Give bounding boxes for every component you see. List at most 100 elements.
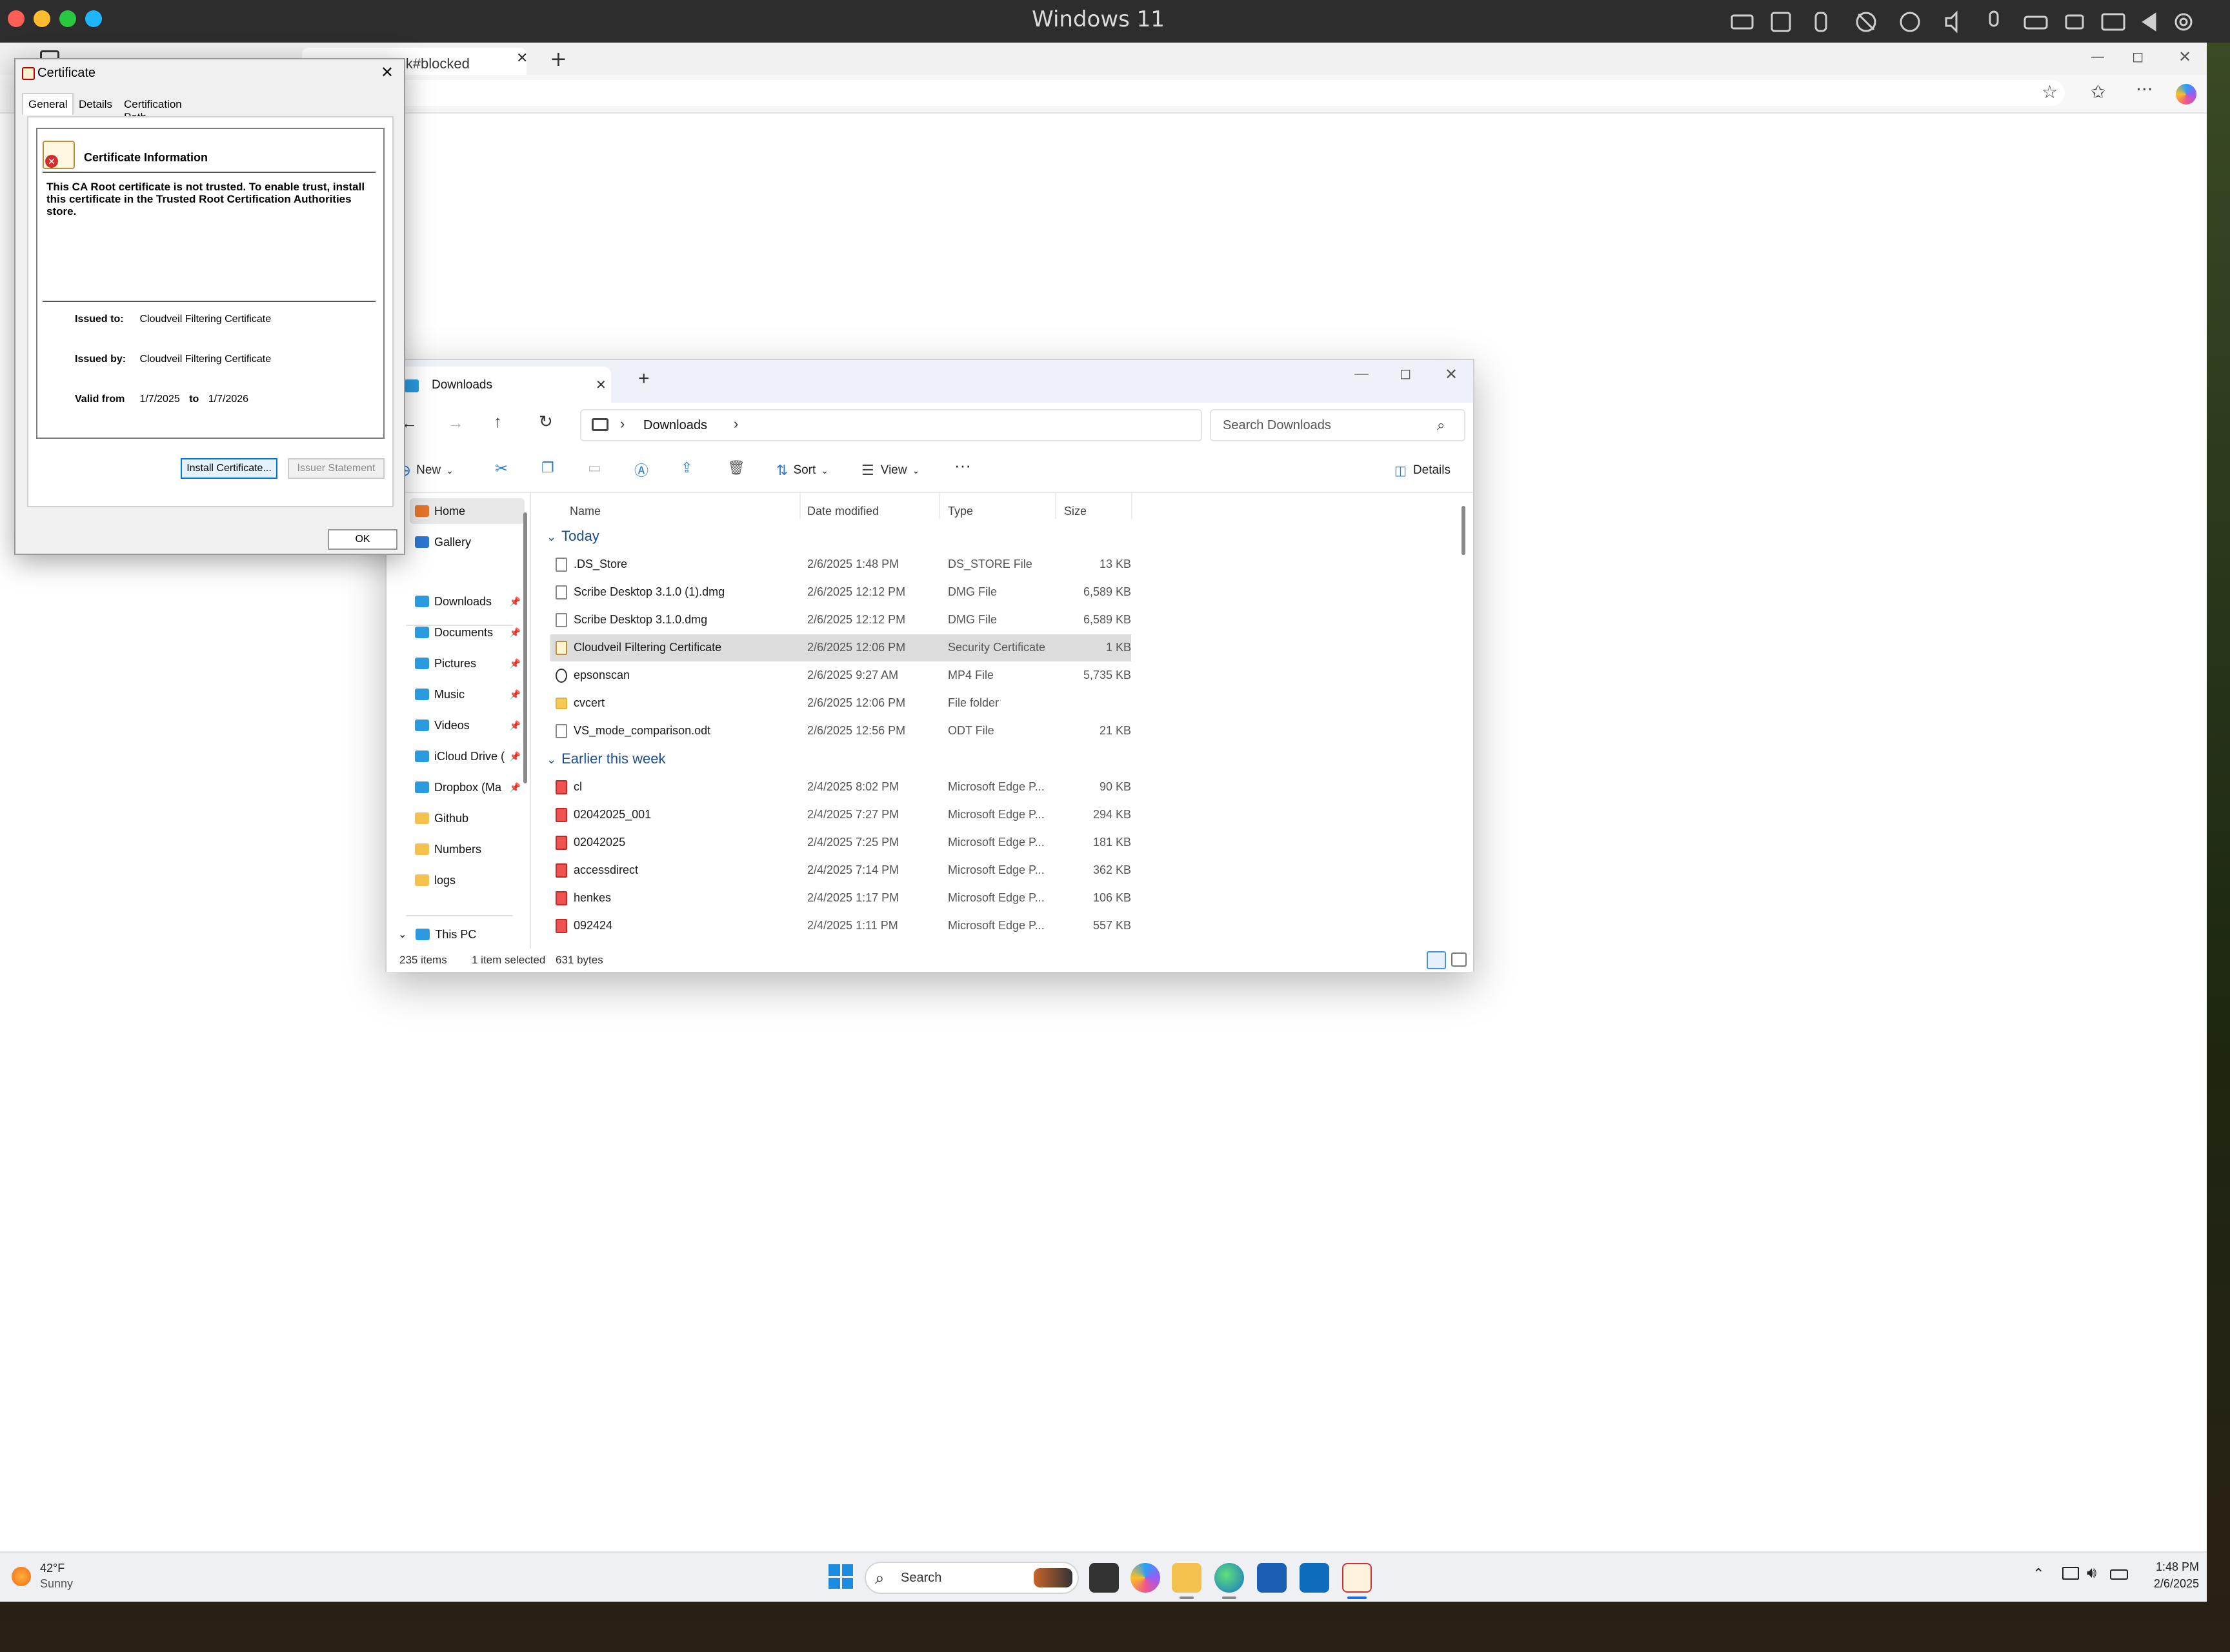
- breadcrumb-downloads[interactable]: Downloads: [643, 418, 707, 433]
- browser-close-button[interactable]: ✕: [2178, 48, 2191, 66]
- forward-arrow-icon[interactable]: →: [447, 413, 464, 433]
- weather-sun-icon[interactable]: [12, 1567, 31, 1586]
- tab-general[interactable]: General: [22, 93, 74, 115]
- column-header-date[interactable]: Date modified: [807, 505, 879, 518]
- browser-tab-close-icon[interactable]: ✕: [516, 50, 528, 66]
- explorer-tab-downloads[interactable]: Downloads ✕: [393, 367, 611, 403]
- paste-icon[interactable]: ▭: [588, 459, 601, 481]
- address-input[interactable]: [387, 80, 2065, 106]
- sidebar-item-pictures[interactable]: Pictures 📌: [410, 650, 525, 676]
- chevron-up-icon[interactable]: ⌃: [2033, 1566, 2044, 1582]
- details-view-icon[interactable]: [1427, 951, 1446, 969]
- outlook-icon[interactable]: [1300, 1563, 1329, 1593]
- copilot-icon[interactable]: [2176, 84, 2196, 105]
- sidebar-item-dropbox-ma[interactable]: Dropbox (Ma 📌: [410, 774, 525, 800]
- breadcrumb-chevron-icon[interactable]: ›: [734, 416, 738, 432]
- volume-icon[interactable]: 🔊︎: [2087, 1564, 2096, 1582]
- sort-button[interactable]: ⇅ Sort ⌄: [776, 459, 829, 481]
- weather-description[interactable]: Sunny: [40, 1577, 73, 1591]
- file-row[interactable]: cvcert 2/6/2025 12:06 PM File folder: [550, 690, 1131, 717]
- ok-button[interactable]: OK: [328, 529, 397, 550]
- sidebar-item-numbers[interactable]: Numbers: [410, 836, 525, 862]
- taskbar-search[interactable]: ⌕ Search: [865, 1562, 1079, 1594]
- chevron-down-icon[interactable]: ⌄: [547, 530, 556, 543]
- file-row[interactable]: accessdirect 2/4/2025 7:14 PM Microsoft Ed…: [550, 857, 1131, 884]
- file-row[interactable]: henkes 2/4/2025 1:17 PM Microsoft Edge P..…: [550, 885, 1131, 912]
- refresh-icon[interactable]: ↻: [539, 412, 553, 432]
- file-row[interactable]: 092424 2/4/2025 1:11 PM Microsoft Edge P..…: [550, 912, 1131, 940]
- issuer-statement-button[interactable]: Issuer Statement: [288, 458, 385, 479]
- sidebar-item-downloads[interactable]: Downloads 📌: [410, 589, 525, 614]
- search-input[interactable]: Search Downloads: [1223, 418, 1331, 433]
- explorer-minimize-button[interactable]: —: [1354, 365, 1369, 382]
- explorer-maximize-button[interactable]: ◻: [1400, 365, 1411, 382]
- file-row[interactable]: cl 2/4/2025 8:02 PM Microsoft Edge P... 90 …: [550, 774, 1131, 801]
- details-pane-button[interactable]: ◫ Details: [1394, 459, 1451, 481]
- search-box[interactable]: Search Downloads ⌕: [1210, 409, 1465, 441]
- file-row[interactable]: 02042025 2/4/2025 7:25 PM Microsoft Edge P…: [550, 829, 1131, 856]
- new-button[interactable]: ⊕ New ⌄: [398, 459, 454, 481]
- explorer-close-button[interactable]: ✕: [1445, 365, 1458, 384]
- sidebar-item-videos[interactable]: Videos 📌: [410, 712, 525, 738]
- column-divider[interactable]: [799, 493, 801, 519]
- start-icon[interactable]: [829, 1564, 853, 1589]
- sidebar-item-home[interactable]: Home: [410, 498, 525, 524]
- task-view-icon[interactable]: [1089, 1563, 1119, 1593]
- column-header-name[interactable]: Name: [570, 505, 601, 518]
- install-certificate-button[interactable]: Install Certificate...: [181, 458, 277, 479]
- explorer-new-tab-button[interactable]: +: [638, 368, 650, 390]
- file-row[interactable]: Cloudveil Filtering Certificate 2/6/2025 …: [550, 634, 1131, 661]
- file-row[interactable]: Scribe Desktop 3.1.0 (1).dmg 2/6/2025 12:…: [550, 579, 1131, 606]
- column-header-type[interactable]: Type: [948, 505, 973, 518]
- browser-minimize-button[interactable]: —: [2091, 49, 2105, 65]
- dialog-close-button[interactable]: ✕: [381, 63, 394, 82]
- file-row[interactable]: Scribe Desktop 3.1.0.dmg 2/6/2025 12:12 P…: [550, 607, 1131, 634]
- column-divider[interactable]: [1055, 493, 1056, 519]
- host-toolbar-icons[interactable]: [1729, 9, 2220, 35]
- breadcrumb-chevron-icon[interactable]: ›: [620, 416, 625, 432]
- clock-time[interactable]: 1:48 PM: [2141, 1560, 2199, 1574]
- sidebar-item-this-pc[interactable]: ⌄ This PC: [393, 922, 508, 947]
- sidebar-item-logs[interactable]: logs: [410, 867, 525, 893]
- address-breadcrumb-box[interactable]: › Downloads ›: [580, 409, 1202, 441]
- sidebar-item-documents[interactable]: Documents 📌: [410, 620, 525, 645]
- chevron-down-icon[interactable]: ⌄: [398, 928, 407, 941]
- copy-icon[interactable]: ❐: [541, 459, 554, 481]
- clock-date[interactable]: 2/6/2025: [2141, 1577, 2199, 1591]
- network-icon[interactable]: [2062, 1567, 2079, 1580]
- file-row[interactable]: 02042025_001 2/4/2025 7:27 PM Microsoft Ed…: [550, 801, 1131, 829]
- sidebar-item-music[interactable]: Music 📌: [410, 681, 525, 707]
- tab-details[interactable]: Details: [75, 96, 116, 114]
- file-list-scrollbar[interactable]: [1462, 506, 1465, 555]
- column-header-size[interactable]: Size: [1064, 505, 1087, 518]
- favorites-icon[interactable]: ✩: [2091, 81, 2105, 103]
- file-explorer-icon[interactable]: [1172, 1563, 1201, 1593]
- rename-icon[interactable]: Ⓐ: [634, 459, 648, 481]
- chevron-down-icon[interactable]: ⌄: [547, 753, 556, 766]
- sidebar-item-gallery[interactable]: Gallery: [410, 529, 525, 555]
- more-icon[interactable]: ···: [2136, 79, 2153, 100]
- file-row[interactable]: epsonscan 2/6/2025 9:27 AM MP4 File 5,735 K…: [550, 662, 1131, 689]
- battery-icon[interactable]: [2110, 1569, 2128, 1580]
- file-row[interactable]: VS_mode_comparison.odt 2/6/2025 12:56 PM O…: [550, 718, 1131, 745]
- more-options-icon[interactable]: ···: [954, 456, 971, 478]
- cut-icon[interactable]: ✂: [495, 459, 508, 481]
- share-icon[interactable]: ⇪: [681, 459, 692, 481]
- up-arrow-icon[interactable]: ↑: [494, 412, 502, 432]
- sidebar-scrollbar[interactable]: [523, 512, 527, 783]
- copilot-icon[interactable]: [1130, 1563, 1160, 1593]
- browser-new-tab-button[interactable]: +: [550, 46, 567, 71]
- view-button[interactable]: ☰ View ⌄: [861, 459, 919, 481]
- explorer-tab-close-icon[interactable]: ✕: [596, 377, 607, 393]
- sidebar-item-icloud-drive[interactable]: iCloud Drive (📌: [410, 743, 525, 769]
- file-row[interactable]: .DS_Store 2/6/2025 1:48 PM DS_STORE File 13…: [550, 551, 1131, 578]
- star-add-icon[interactable]: ☆: [2042, 81, 2058, 103]
- browser-maximize-button[interactable]: ◻: [2132, 49, 2144, 65]
- weather-temperature[interactable]: 42°F: [40, 1562, 65, 1575]
- group-header[interactable]: ⌄ Earlier this week: [547, 750, 665, 767]
- column-divider[interactable]: [1131, 493, 1132, 519]
- tiles-view-icon[interactable]: [1451, 952, 1467, 967]
- edge-icon[interactable]: [1214, 1563, 1244, 1593]
- certificate-app-icon[interactable]: [1342, 1563, 1372, 1593]
- delete-icon[interactable]: 🗑: [727, 459, 745, 481]
